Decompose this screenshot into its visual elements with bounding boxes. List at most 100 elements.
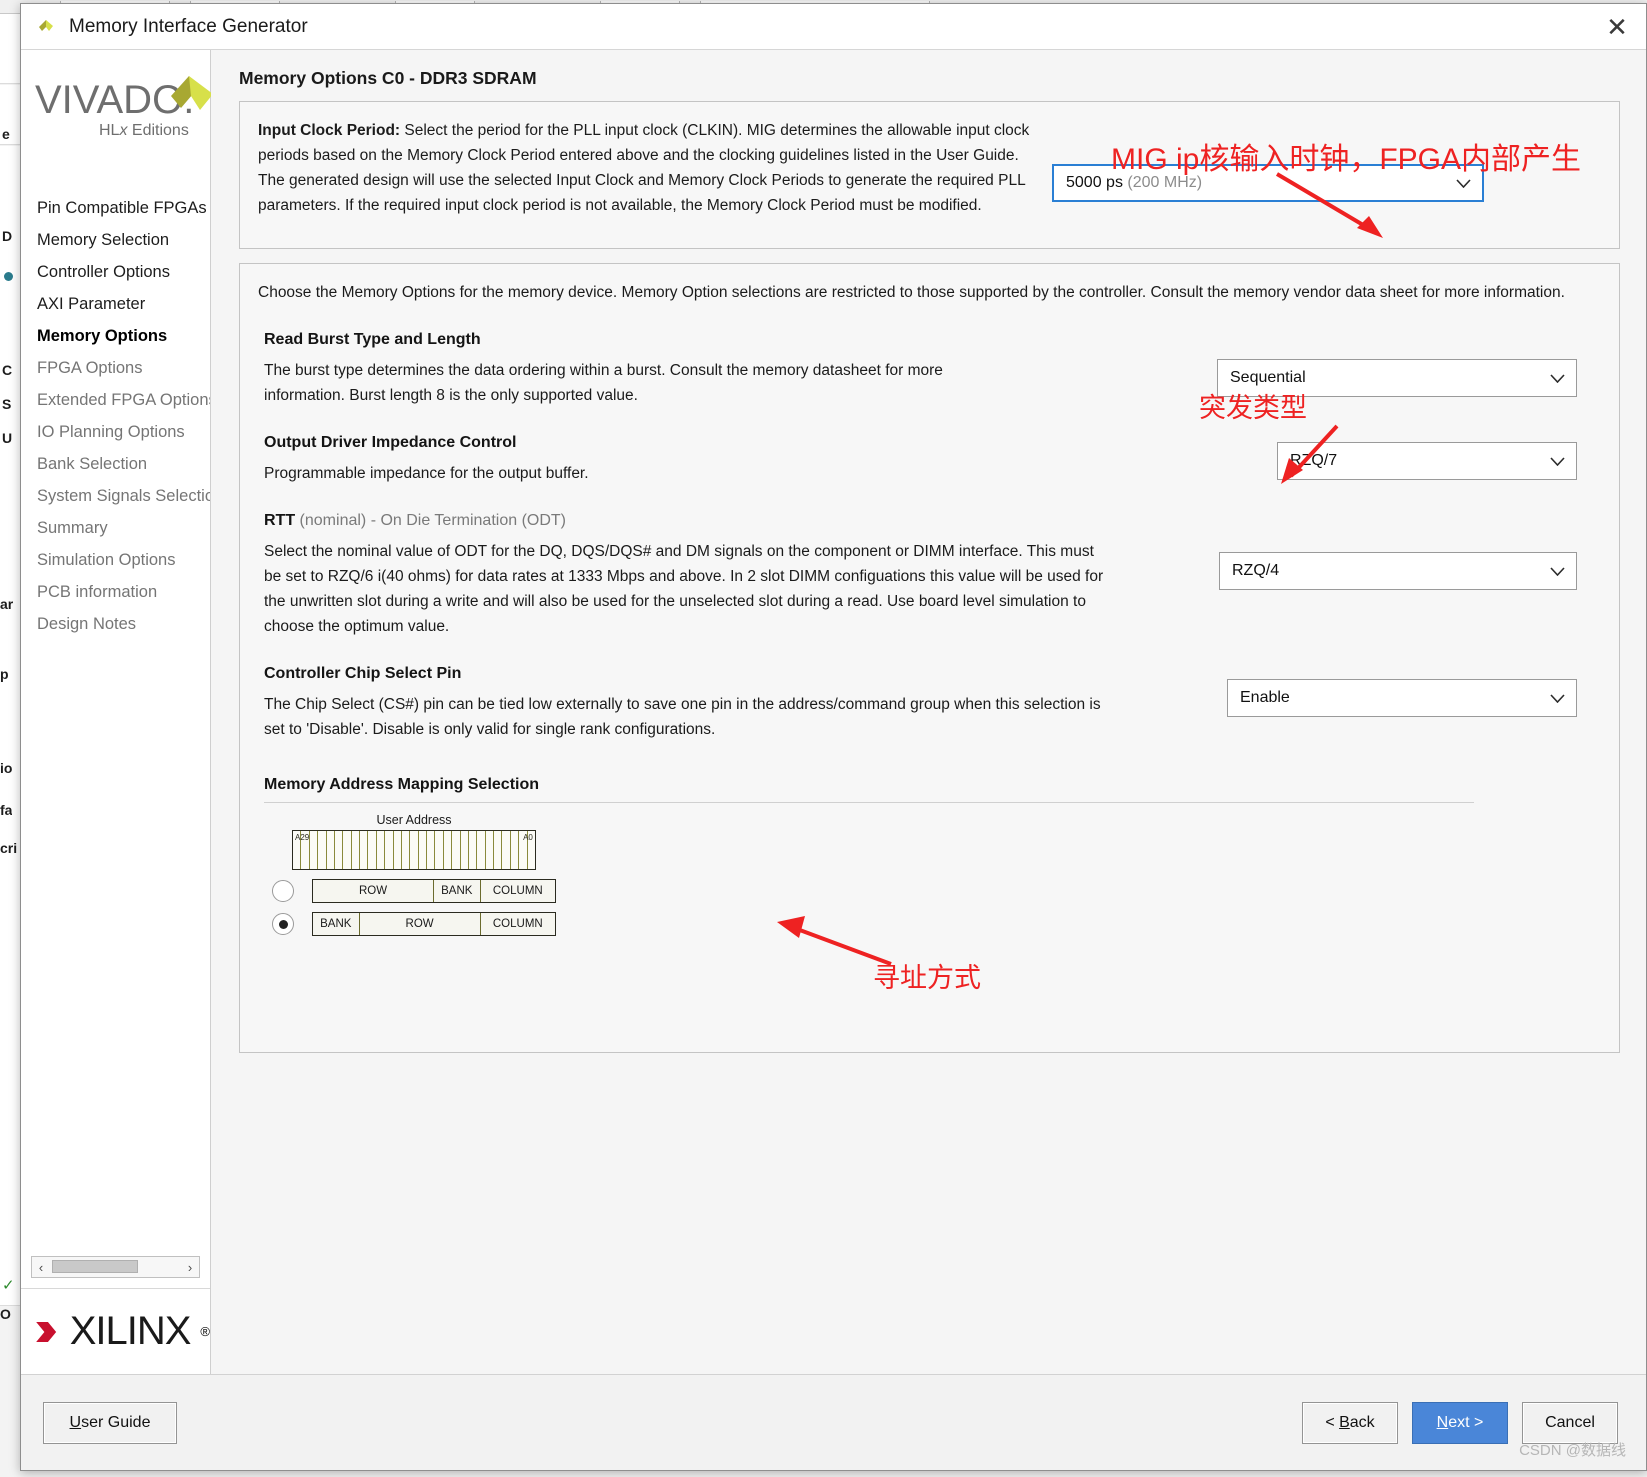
address-bit-cell xyxy=(419,831,427,869)
address-bit-cell xyxy=(377,831,386,869)
rtt-nominal-select[interactable]: RZQ/4 xyxy=(1219,552,1577,590)
main-content: Memory Options C0 - DDR3 SDRAM Input Clo… xyxy=(211,50,1646,1374)
read-burst-text-block: Read Burst Type and Length The burst typ… xyxy=(254,331,1217,408)
sidebar-item-extended-fpga-options[interactable]: Extended FPGA Options xyxy=(37,384,210,416)
next-button[interactable]: Next > xyxy=(1412,1401,1508,1444)
background-text-fragment: D xyxy=(2,228,13,244)
sidebar-item-memory-selection[interactable]: Memory Selection xyxy=(37,224,210,256)
memory-address-mapping-heading: Memory Address Mapping Selection xyxy=(264,776,540,793)
input-clock-period-ps: 5000 ps xyxy=(1066,174,1123,191)
sidebar-item-pin-compatible-fpgas[interactable]: Pin Compatible FPGAs xyxy=(37,192,210,224)
chevron-down-icon[interactable] xyxy=(1544,566,1570,576)
page-title: Memory Options C0 - DDR3 SDRAM xyxy=(239,68,537,88)
read-burst-heading: Read Burst Type and Length xyxy=(264,331,481,348)
vivado-mark-icon xyxy=(171,76,213,110)
rtt-odt-heading: RTT (nominal) - On Die Termination (ODT) xyxy=(264,512,1219,530)
address-bit-cell xyxy=(461,831,469,869)
background-status-dot xyxy=(4,272,13,281)
chevron-down-icon[interactable] xyxy=(1544,456,1570,466)
input-clock-period-value: 5000 ps (200 MHz) xyxy=(1066,174,1450,192)
address-bit-cell xyxy=(469,831,478,869)
xilinx-mark-icon xyxy=(36,1321,57,1342)
user-address-bitfield: A29 A0 xyxy=(292,830,536,870)
footer-actions: < Back Next > Cancel xyxy=(1302,1401,1618,1444)
controller-chip-select-heading: Controller Chip Select Pin xyxy=(264,665,462,682)
back-button[interactable]: < Back xyxy=(1302,1401,1398,1444)
sidebar-item-bank-selection[interactable]: Bank Selection xyxy=(37,448,210,480)
sidebar-item-system-signals-selection[interactable]: System Signals Selection xyxy=(37,480,210,512)
back-label: < Back xyxy=(1325,1413,1375,1431)
rtt-odt-control: RZQ/4 xyxy=(1219,512,1601,590)
scroll-left-icon[interactable]: ‹ xyxy=(32,1257,50,1277)
dialog-titlebar: Memory Interface Generator ✕ xyxy=(21,4,1646,50)
controller-chip-select-text-block: Controller Chip Select Pin The Chip Sele… xyxy=(254,665,1227,742)
address-bit-cell xyxy=(301,831,310,869)
address-bit-cell xyxy=(494,831,503,869)
rtt-odt-row: RTT (nominal) - On Die Termination (ODT)… xyxy=(254,512,1601,639)
address-bit-cell xyxy=(352,831,360,869)
background-text-fragment: S xyxy=(2,396,12,412)
address-bit-cell xyxy=(385,831,394,869)
user-guide-button[interactable]: User Guide xyxy=(43,1401,177,1444)
sidebar-item-pcb-information[interactable]: PCB information xyxy=(37,576,210,608)
background-text-fragment: fa xyxy=(0,802,13,818)
dialog-title: Memory Interface Generator xyxy=(69,15,308,37)
scrollbar-track[interactable] xyxy=(50,1257,181,1277)
output-driver-impedance-select[interactable]: RZQ/7 xyxy=(1277,442,1577,480)
output-driver-impedance-heading: Output Driver Impedance Control xyxy=(264,434,517,451)
background-panel xyxy=(0,14,20,84)
sidebar-item-summary[interactable]: Summary xyxy=(37,512,210,544)
background-text-fragment: io xyxy=(0,760,13,776)
scrollbar-thumb[interactable] xyxy=(52,1260,138,1273)
sidebar-item-simulation-options[interactable]: Simulation Options xyxy=(37,544,210,576)
controller-chip-select-value: Enable xyxy=(1240,689,1290,706)
mapping-option-row-2[interactable]: BANK ROW COLUMN xyxy=(264,912,1601,936)
sidebar-item-axi-parameter[interactable]: AXI Parameter xyxy=(37,288,210,320)
sidebar-item-io-planning-options[interactable]: IO Planning Options xyxy=(37,416,210,448)
address-bit-cell: A29 xyxy=(293,831,309,869)
sidebar-item-memory-options[interactable]: Memory Options xyxy=(37,320,210,352)
sidebar-item-controller-options[interactable]: Controller Options xyxy=(37,256,210,288)
user-address-label: User Address xyxy=(376,813,452,827)
mapping-segment: BANK xyxy=(434,880,481,902)
sidebar-item-design-notes[interactable]: Design Notes xyxy=(37,608,210,640)
output-driver-impedance-value: RZQ/7 xyxy=(1290,452,1338,469)
mapping-diagram-bank-row-column: BANK ROW COLUMN xyxy=(312,912,556,936)
controller-chip-select-select[interactable]: Enable xyxy=(1227,679,1577,717)
address-bit-cell xyxy=(444,831,453,869)
input-clock-period-select[interactable]: 5000 ps (200 MHz) xyxy=(1052,164,1484,202)
background-text-fragment: O xyxy=(0,1306,11,1322)
address-bit-cell: A0 xyxy=(523,831,535,869)
mapping-option-row-1[interactable]: ROW BANK COLUMN xyxy=(264,879,1601,903)
read-burst-description: The burst type determines the data order… xyxy=(264,362,943,404)
sidebar-horizontal-scrollbar[interactable]: ‹ › xyxy=(31,1256,200,1278)
next-label: Next > xyxy=(1436,1413,1484,1431)
address-bit-cell xyxy=(511,831,520,869)
mapping-radio-row-bank-column[interactable] xyxy=(272,880,294,902)
address-bit-cell xyxy=(502,831,511,869)
mapping-radio-bank-row-column[interactable] xyxy=(272,913,294,935)
mapping-segment: ROW xyxy=(313,880,434,902)
read-burst-type-select[interactable]: Sequential xyxy=(1217,359,1577,397)
input-clock-period-mhz: (200 MHz) xyxy=(1127,174,1203,191)
output-driver-impedance-description: Programmable impedance for the output bu… xyxy=(264,465,589,482)
rtt-sublabel: (nominal) - On Die Termination (ODT) xyxy=(295,512,566,529)
memory-address-mapping-section: Memory Address Mapping Selection User Ad… xyxy=(254,776,1601,936)
memory-interface-generator-dialog: Memory Interface Generator ✕ VIVADO. HLx… xyxy=(20,3,1647,1471)
background-text-fragment: C xyxy=(2,362,13,378)
chevron-down-icon[interactable] xyxy=(1450,178,1476,188)
mapping-diagram-row-bank-column: ROW BANK COLUMN xyxy=(312,879,556,903)
cancel-button[interactable]: Cancel xyxy=(1522,1401,1618,1444)
sidebar-item-fpga-options[interactable]: FPGA Options xyxy=(37,352,210,384)
read-burst-control: Sequential xyxy=(1217,331,1601,397)
chevron-down-icon[interactable] xyxy=(1544,373,1570,383)
chevron-down-icon[interactable] xyxy=(1544,693,1570,703)
input-clock-period-description: Input Clock Period: Select the period fo… xyxy=(258,118,1038,218)
wizard-steps-list: Pin Compatible FPGAs Memory Selection Co… xyxy=(21,192,210,1256)
output-driver-impedance-row: Output Driver Impedance Control Programm… xyxy=(254,434,1601,486)
close-icon[interactable]: ✕ xyxy=(1600,12,1634,42)
rtt-odt-description: Select the nominal value of ODT for the … xyxy=(264,543,1104,635)
scroll-right-icon[interactable]: › xyxy=(181,1257,199,1277)
mapping-segment: BANK xyxy=(313,913,360,935)
address-bit-cell xyxy=(402,831,411,869)
